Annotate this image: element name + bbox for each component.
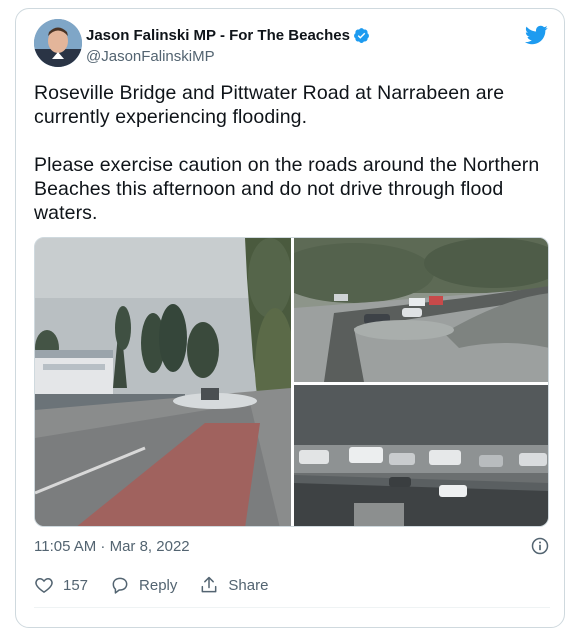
like-count: 157 [63,576,89,594]
media-grid[interactable] [34,237,549,527]
reply-icon [112,577,128,594]
action-bar: 157 Reply Share [34,575,290,595]
like-button[interactable]: 157 [34,575,88,595]
media-photo-traffic-overpass[interactable] [294,385,548,526]
reply-button[interactable]: Reply [110,575,177,595]
info-icon[interactable] [530,536,550,556]
author-name[interactable]: Jason Falinski MP - For The Beaches [86,27,350,44]
verified-badge-icon [354,28,369,43]
reply-label: Reply [139,576,178,594]
tweet-text: Roseville Bridge and Pittwater Road at N… [34,82,540,224]
author-name-row[interactable]: Jason Falinski MP - For The Beaches [86,27,370,44]
media-photo-bridge-flooding[interactable] [294,238,548,382]
tweet-timestamp[interactable]: 11:05 AM · Mar 8, 2022 [34,538,190,555]
divider [34,607,550,608]
twitter-bird-icon[interactable] [524,23,548,47]
media-photo-flooded-street[interactable] [35,238,291,526]
share-icon [201,576,217,593]
heart-icon [35,577,53,593]
share-button[interactable]: Share [199,575,268,595]
tweet-card[interactable]: Jason Falinski MP - For The Beaches @Jas… [15,8,565,628]
author-handle[interactable]: @JasonFalinskiMP [86,48,215,65]
avatar[interactable] [34,19,82,67]
share-label: Share [228,576,269,594]
